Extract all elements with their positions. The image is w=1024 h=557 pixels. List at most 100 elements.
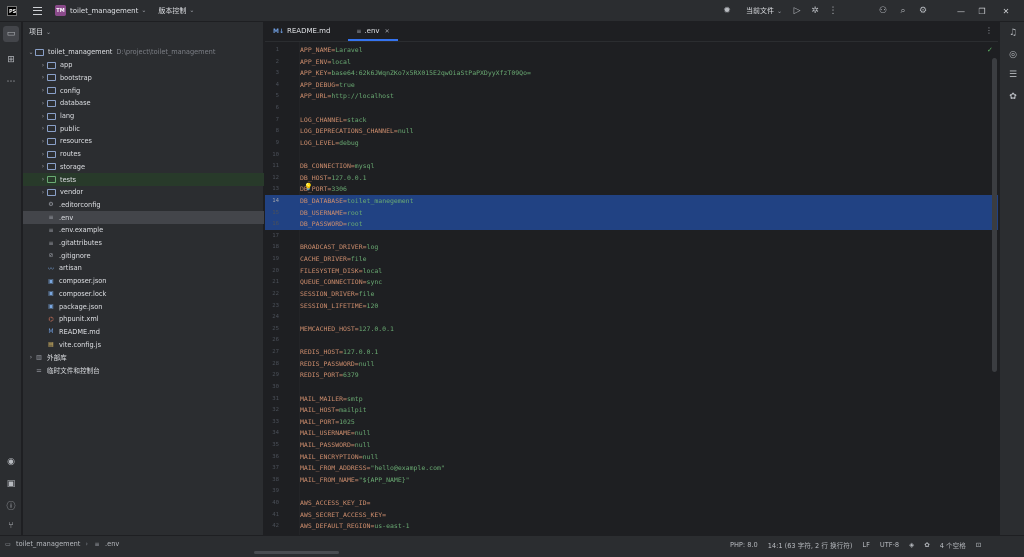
- more-actions-icon[interactable]: ⋮: [826, 4, 840, 18]
- expand-arrow-icon[interactable]: ›: [39, 113, 47, 120]
- tree-item[interactable]: ▤ vite.config.js: [23, 338, 264, 351]
- file-encoding[interactable]: UTF-8: [880, 541, 899, 549]
- format-icon[interactable]: ◈: [909, 541, 914, 549]
- code-line[interactable]: 42 AWS_DEFAULT_REGION=us-east-1: [265, 520, 998, 532]
- intention-bulb-icon[interactable]: 💡: [304, 183, 313, 191]
- breadcrumb-file[interactable]: .env: [105, 540, 119, 548]
- code-line[interactable]: 1 APP_NAME=Laravel: [265, 44, 998, 56]
- code-line[interactable]: 17: [265, 230, 998, 242]
- lock-icon[interactable]: ⊡: [976, 541, 982, 549]
- code-line[interactable]: 4 APP_DEBUG=true: [265, 79, 998, 91]
- tree-item[interactable]: ▣ package.json: [23, 300, 264, 313]
- code-line[interactable]: 12 DB_HOST=127.0.0.1: [265, 172, 998, 184]
- expand-arrow-icon[interactable]: ›: [39, 189, 47, 196]
- tree-root[interactable]: ⌄ toilet_management D:\project\toilet_ma…: [23, 46, 264, 59]
- code-line[interactable]: 3 APP_KEY=base64:62k6JWqnZKo7x5RX015E2qwO…: [265, 67, 998, 79]
- close-icon[interactable]: ✕: [996, 0, 1016, 22]
- code-line[interactable]: 16 DB_PASSWORD=root: [265, 218, 998, 231]
- code-line[interactable]: 22 SESSION_DRIVER=file: [265, 288, 998, 300]
- restore-icon[interactable]: ❐: [972, 0, 992, 22]
- expand-arrow-icon[interactable]: ›: [39, 74, 47, 81]
- code-line[interactable]: 10: [265, 149, 998, 161]
- code-line[interactable]: 21 QUEUE_CONNECTION=sync: [265, 276, 998, 288]
- indent-setting[interactable]: 4 个空格: [940, 540, 966, 550]
- services-run-icon[interactable]: ◉: [3, 454, 19, 470]
- tree-item[interactable]: › database: [23, 97, 264, 110]
- tree-item[interactable]: › public: [23, 123, 264, 136]
- tree-item[interactable]: › routes: [23, 148, 264, 161]
- expand-arrow-icon[interactable]: ›: [39, 125, 47, 132]
- project-name[interactable]: toilet_management: [70, 7, 138, 15]
- expand-arrow-icon[interactable]: ›: [27, 354, 35, 361]
- code-line[interactable]: 37 MAIL_FROM_ADDRESS="hello@example.com": [265, 462, 998, 474]
- code-line[interactable]: 38 MAIL_FROM_NAME="${APP_NAME}": [265, 474, 998, 486]
- expand-arrow-icon[interactable]: ›: [39, 87, 47, 94]
- code-line[interactable]: 8 LOG_DEPRECATIONS_CHANNEL=null: [265, 125, 998, 137]
- main-menu-icon[interactable]: [33, 6, 42, 15]
- code-line[interactable]: 36 MAIL_ENCRYPTION=null: [265, 451, 998, 463]
- tabs-more-icon[interactable]: ⋮: [985, 26, 993, 35]
- expand-arrow-icon[interactable]: ›: [39, 100, 47, 107]
- code-line[interactable]: 29 REDIS_PORT=6379: [265, 369, 998, 381]
- debug-bug-icon[interactable]: ✹: [720, 4, 734, 18]
- code-line[interactable]: 5 APP_URL=http://localhost: [265, 90, 998, 102]
- tree-item[interactable]: ⌬ phpunit.xml: [23, 313, 264, 326]
- code-line[interactable]: 18 BROADCAST_DRIVER=log: [265, 242, 998, 254]
- code-line[interactable]: 19 CACHE_DRIVER=file: [265, 253, 998, 265]
- tree-item[interactable]: 〰 artisan: [23, 262, 264, 275]
- code-line[interactable]: 31 MAIL_MAILER=smtp: [265, 393, 998, 405]
- code-line[interactable]: 26: [265, 335, 998, 347]
- tree-item[interactable]: ▣ composer.lock: [23, 288, 264, 301]
- code-line[interactable]: 28 REDIS_PASSWORD=null: [265, 358, 998, 370]
- code-line[interactable]: 11 DB_CONNECTION=mysql: [265, 160, 998, 172]
- settings-gear-icon[interactable]: ⚙: [916, 4, 930, 18]
- code-line[interactable]: 32 MAIL_HOST=mailpit: [265, 404, 998, 416]
- add-user-icon[interactable]: ⚇: [876, 4, 890, 18]
- database-icon[interactable]: ☰: [1005, 67, 1021, 83]
- horizontal-scrollbar[interactable]: [254, 551, 339, 554]
- tree-item[interactable]: ⊘ .gitignore: [23, 250, 264, 263]
- code-line[interactable]: 40 AWS_ACCESS_KEY_ID=: [265, 497, 998, 509]
- line-separator[interactable]: LF: [862, 541, 869, 549]
- tree-item[interactable]: M README.md: [23, 326, 264, 339]
- tree-item[interactable]: ≡ .env.example: [23, 224, 264, 237]
- php-version[interactable]: PHP: 8.0: [730, 541, 758, 549]
- code-line[interactable]: 25 MEMCACHED_HOST=127.0.0.1: [265, 323, 998, 335]
- code-line[interactable]: 30: [265, 381, 998, 393]
- tree-item[interactable]: ≡ .gitattributes: [23, 237, 264, 250]
- git-icon[interactable]: ⑂: [3, 518, 19, 534]
- structure-icon[interactable]: ⊞: [3, 52, 19, 68]
- app-logo-icon[interactable]: PS: [7, 5, 17, 16]
- tree-item[interactable]: ≡ .env: [23, 211, 264, 224]
- expand-arrow-icon[interactable]: ⌄: [27, 49, 35, 56]
- code-line[interactable]: 23 SESSION_LIFETIME=120: [265, 300, 998, 312]
- tree-item[interactable]: › config: [23, 84, 264, 97]
- tab-readme[interactable]: M↓ README.md: [265, 21, 338, 41]
- tree-item[interactable]: › lang: [23, 110, 264, 123]
- code-line[interactable]: 14 DB_DATABASE=toilet_manegement: [265, 195, 998, 207]
- code-line[interactable]: 41 AWS_SECRET_ACCESS_KEY=: [265, 509, 998, 521]
- minimize-icon[interactable]: —: [951, 0, 971, 22]
- ai-assistant-icon[interactable]: ◎: [1005, 47, 1021, 63]
- chevron-down-icon[interactable]: ⌄: [141, 7, 146, 14]
- caret-position[interactable]: 14:1 (63 字符, 2 行 换行符): [768, 540, 853, 550]
- copilot-status-icon[interactable]: ✿: [924, 541, 930, 549]
- project-panel-title[interactable]: 项目: [29, 27, 43, 37]
- code-area[interactable]: 1 APP_NAME=Laravel 2 APP_ENV=local 3 APP_KEY=…: [265, 42, 998, 535]
- breadcrumb-root[interactable]: toilet_management: [16, 540, 80, 548]
- tree-item[interactable]: › tests: [23, 173, 264, 186]
- tree-item[interactable]: › vendor: [23, 186, 264, 199]
- expand-arrow-icon[interactable]: ›: [39, 163, 47, 170]
- chevron-down-icon[interactable]: ⌄: [46, 29, 51, 36]
- project-badge[interactable]: TM: [55, 5, 66, 16]
- debug-icon[interactable]: ✲: [808, 4, 822, 18]
- tab-env[interactable]: ≡ .env ✕: [348, 21, 398, 41]
- tree-scratches[interactable]: ⚌ 临时文件和控制台: [23, 364, 264, 377]
- expand-arrow-icon[interactable]: ›: [39, 151, 47, 158]
- tree-item[interactable]: ⚙ .editorconfig: [23, 199, 264, 212]
- vertical-scrollbar[interactable]: [992, 58, 997, 372]
- tree-item[interactable]: ▣ composer.json: [23, 275, 264, 288]
- code-line[interactable]: 34 MAIL_USERNAME=null: [265, 427, 998, 439]
- code-line[interactable]: 27 REDIS_HOST=127.0.0.1: [265, 346, 998, 358]
- code-line[interactable]: 2 APP_ENV=local: [265, 56, 998, 68]
